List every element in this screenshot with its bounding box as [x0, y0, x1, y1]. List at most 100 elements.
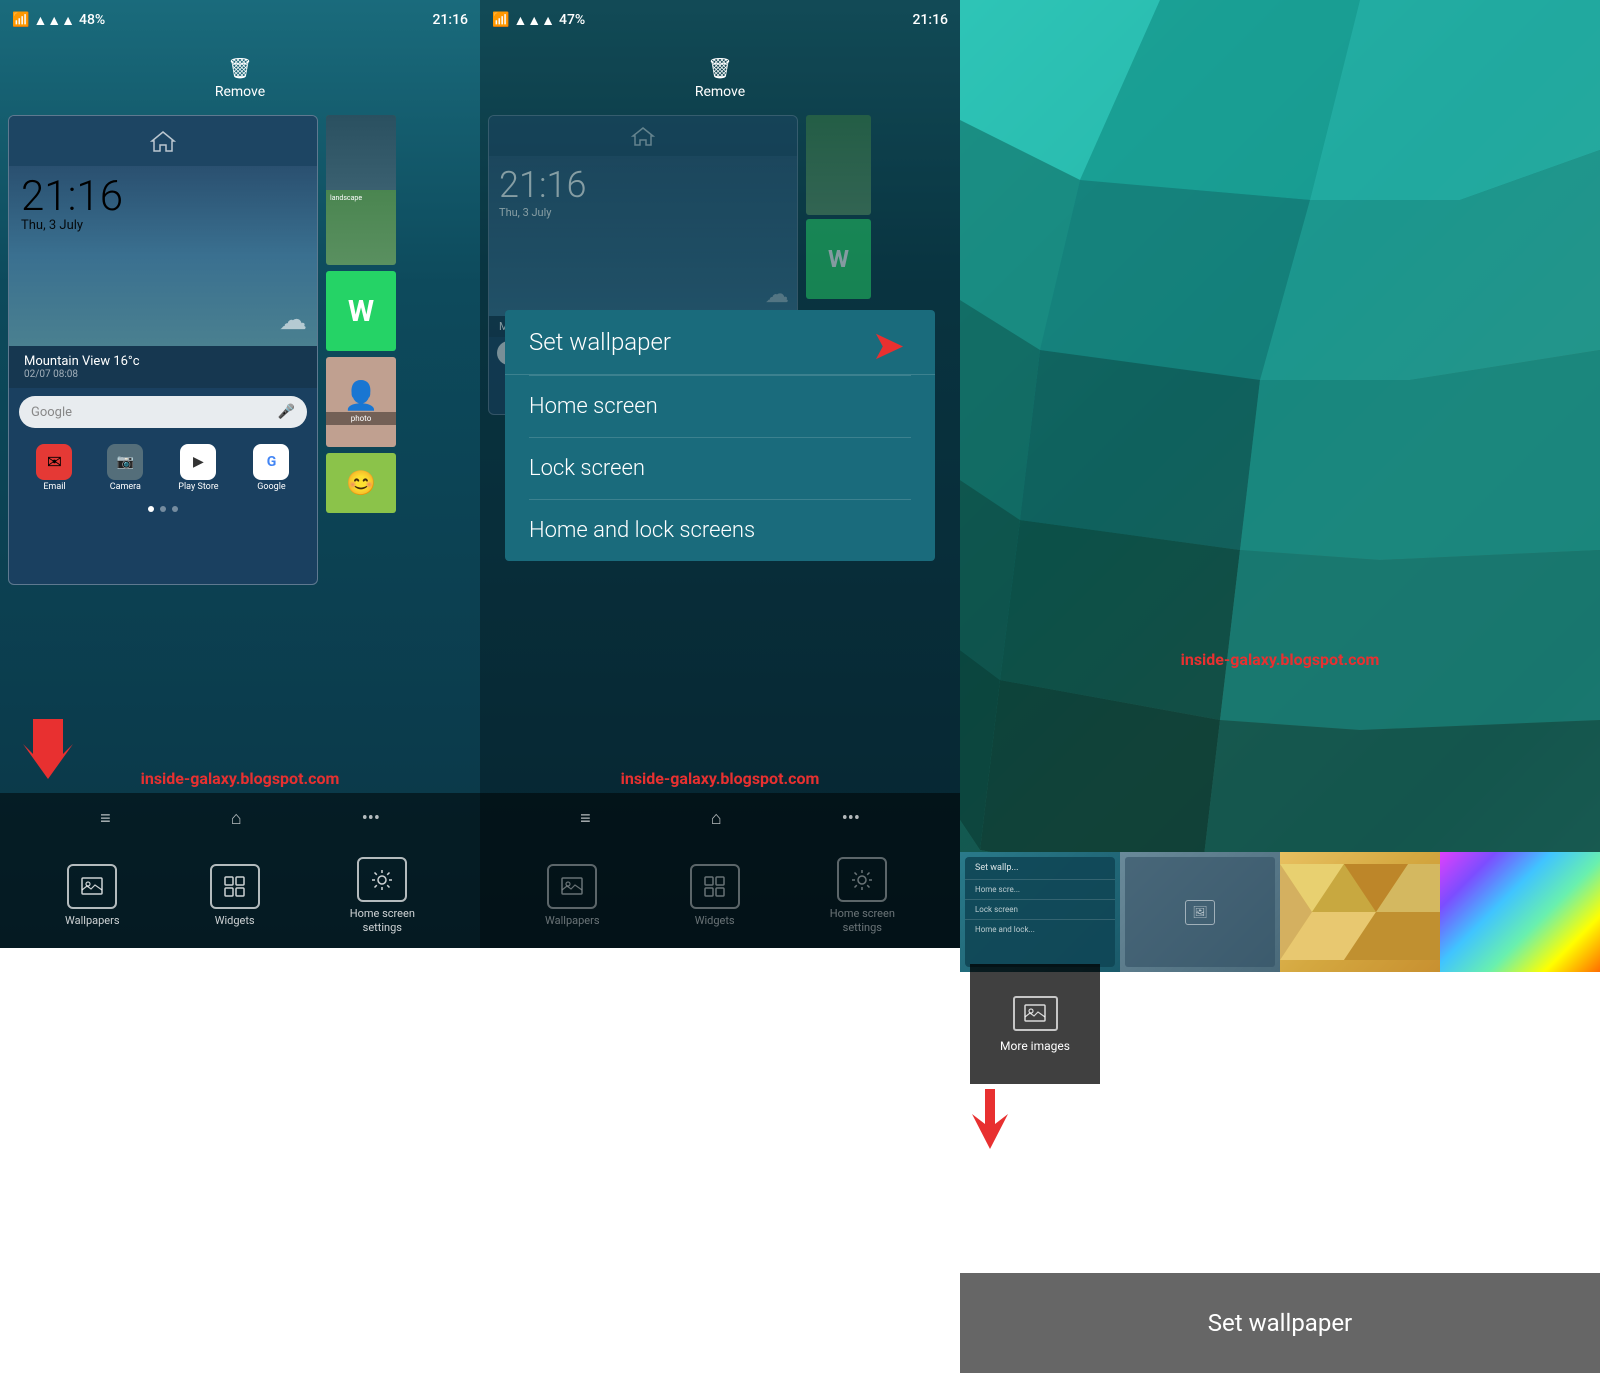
wallpapers-button-1[interactable]: Wallpapers — [65, 864, 120, 927]
widgets-icon-2 — [690, 864, 740, 909]
dot-1 — [160, 506, 166, 512]
trash-icon-1: 🗑 — [227, 56, 252, 80]
remove-bar-2[interactable]: 🗑 Remove — [480, 40, 960, 115]
colorful-pattern — [1280, 852, 1440, 972]
wallpapers-label-2: Wallpapers — [545, 914, 600, 927]
watermark-3: inside-galaxy.blogspot.com — [960, 650, 1600, 669]
status-left-1: 📶 ▲▲▲ 48% — [12, 12, 105, 29]
dot-2 — [172, 506, 178, 512]
kidsmode-thumb-1: 😊 — [326, 453, 396, 513]
set-wallpaper-label: Set wallpaper — [529, 328, 671, 356]
app-item-google-1[interactable]: G Google — [253, 444, 289, 492]
lock-time-1: 21:16 — [21, 176, 123, 218]
home-nav-1[interactable]: ⌂ — [231, 808, 242, 829]
signal-icon-1: ▲▲▲ — [33, 12, 75, 29]
panel3-wallpaper: inside-galaxy.blogspot.com Set wallp... … — [960, 0, 1600, 948]
polygon-bg — [960, 0, 1600, 952]
home-screen-label: Home screen — [529, 394, 658, 419]
bottom-toolbar-1: ≡ ⌂ ••• Wallpapers — [0, 793, 480, 948]
wifi-icon-2: 📶 — [492, 12, 509, 28]
lock-date-1: Thu, 3 July — [21, 218, 123, 233]
dot-active-1 — [148, 506, 154, 512]
home-outline-icon-1 — [149, 128, 177, 154]
lock-screen-label: Lock screen — [529, 456, 645, 481]
homescreen-settings-label-1: Home screensettings — [350, 907, 415, 933]
more-images-box[interactable]: More images — [970, 964, 1100, 1084]
more-images-label: More images — [1000, 1039, 1070, 1053]
panel2-menu: 📶 ▲▲▲ 47% 21:16 🗑 Remove 21:16 — [480, 0, 960, 948]
widgets-label-2: Widgets — [695, 914, 735, 927]
email-label-1: Email — [43, 482, 65, 492]
dots-nav-1[interactable]: ••• — [362, 808, 380, 829]
lock-screen-menu-item[interactable]: Lock screen — [505, 438, 935, 499]
set-wallpaper-text-3: Set wallpaper — [1208, 1309, 1352, 1337]
wallpapers-label-1: Wallpapers — [65, 914, 120, 927]
back-nav-1[interactable]: ≡ — [100, 808, 111, 829]
wp-thumb-colorful[interactable] — [1280, 852, 1440, 972]
homescreen-settings-button-1[interactable]: Home screensettings — [350, 857, 415, 933]
google-text-1: Google — [31, 405, 72, 420]
app-item-playstore-1[interactable]: ▶ Play Store — [178, 444, 218, 492]
remove-label-1: Remove — [215, 84, 265, 100]
signal-icon-2: ▲▲▲ — [513, 12, 555, 29]
homescreen-settings-button-2[interactable]: Home screensettings — [830, 857, 895, 933]
weather-location-1: Mountain View 16°c — [24, 354, 140, 369]
sky-area-1: 21:16 Thu, 3 July ☁ — [9, 166, 317, 346]
status-time-2: 21:16 — [912, 12, 948, 28]
red-arrow-1 — [18, 714, 78, 788]
app-item-camera-1[interactable]: 📷 Camera — [107, 444, 143, 492]
person-thumb-1: 👤 photo — [326, 357, 396, 447]
widgets-label-1: Widgets — [215, 914, 255, 927]
battery-1: 48% — [79, 12, 105, 28]
google-search-bar-1[interactable]: Google 🎤 — [19, 396, 307, 428]
back-nav-2[interactable]: ≡ — [580, 808, 591, 829]
dots-nav-2[interactable]: ••• — [842, 808, 860, 829]
nav-dots-1 — [9, 500, 317, 518]
wallpapers-button-2[interactable]: Wallpapers — [545, 864, 600, 927]
home-screen-menu-item[interactable]: Home screen — [505, 376, 935, 437]
home-and-lock-label: Home and lock screens — [529, 518, 755, 543]
mic-icon-1: 🎤 — [278, 404, 295, 420]
bottom-actions-1: Wallpapers Widgets — [0, 843, 480, 948]
wp-thumb-rainbow[interactable] — [1440, 852, 1600, 972]
context-menu: Set wallpaper ➤ Home screen Lock screen … — [505, 310, 935, 561]
wallpapers-icon-2 — [547, 864, 597, 909]
panel1-home-screen: 📶 ▲▲▲ 48% 21:16 🗑 Remove 21:16 Thu, 3 Ju… — [0, 0, 480, 948]
more-images-icon — [1013, 996, 1058, 1031]
menu-arrow-icon: ➤ — [871, 322, 905, 369]
status-left-2: 📶 ▲▲▲ 47% — [492, 12, 585, 29]
set-wallpaper-bar[interactable]: Set wallpaper — [960, 1273, 1600, 1373]
google-app-icon-1: G — [253, 444, 289, 480]
app-item-email-1[interactable]: ✉ Email — [36, 444, 72, 492]
status-bar-2: 📶 ▲▲▲ 47% 21:16 — [480, 0, 960, 40]
status-bar-1: 📶 ▲▲▲ 48% 21:16 — [0, 0, 480, 40]
nav-bar-1: ≡ ⌂ ••• — [0, 793, 480, 843]
wp-thumb-menu[interactable]: Set wallp... Home scre... Lock screen Ho… — [960, 852, 1120, 972]
weather-info-1: Mountain View 16°c 02/07 08:08 — [9, 346, 317, 388]
red-arrow-3 — [960, 1084, 1600, 1165]
playstore-label-1: Play Store — [178, 482, 218, 492]
wp-thumb-gray[interactable]: 🖼 — [1120, 852, 1280, 972]
bottom-actions-2: Wallpapers Widgets — [480, 843, 960, 948]
widgets-icon-1 — [210, 864, 260, 909]
set-wallpaper-menu-item[interactable]: Set wallpaper ➤ — [505, 310, 935, 375]
settings-icon-1 — [357, 857, 407, 902]
weather-time-1: 02/07 08:08 — [24, 369, 302, 380]
homescreen-settings-label-2: Home screensettings — [830, 907, 895, 933]
home-and-lock-menu-item[interactable]: Home and lock screens — [505, 500, 935, 561]
cloud-icon-1: ☁ — [279, 303, 307, 336]
battery-2: 47% — [559, 12, 585, 28]
app-row-1: ✉ Email 📷 Camera ▶ Play Store G Google — [9, 436, 317, 500]
status-time-1: 21:16 — [432, 12, 468, 28]
trash-icon-2: 🗑 — [707, 56, 732, 80]
remove-label-2: Remove — [695, 84, 745, 100]
watermark-2: inside-galaxy.blogspot.com — [480, 769, 960, 788]
remove-bar-1[interactable]: 🗑 Remove — [0, 40, 480, 115]
email-app-icon-1: ✉ — [36, 444, 72, 480]
home-nav-2[interactable]: ⌂ — [711, 808, 722, 829]
widgets-button-2[interactable]: Widgets — [690, 864, 740, 927]
phone-preview-1: 21:16 Thu, 3 July ☁ Mountain View 16°c 0… — [8, 115, 318, 585]
wallpapers-icon-1 — [67, 864, 117, 909]
bottom-toolbar-2: ≡ ⌂ ••• Wallpapers — [480, 793, 960, 948]
widgets-button-1[interactable]: Widgets — [210, 864, 260, 927]
